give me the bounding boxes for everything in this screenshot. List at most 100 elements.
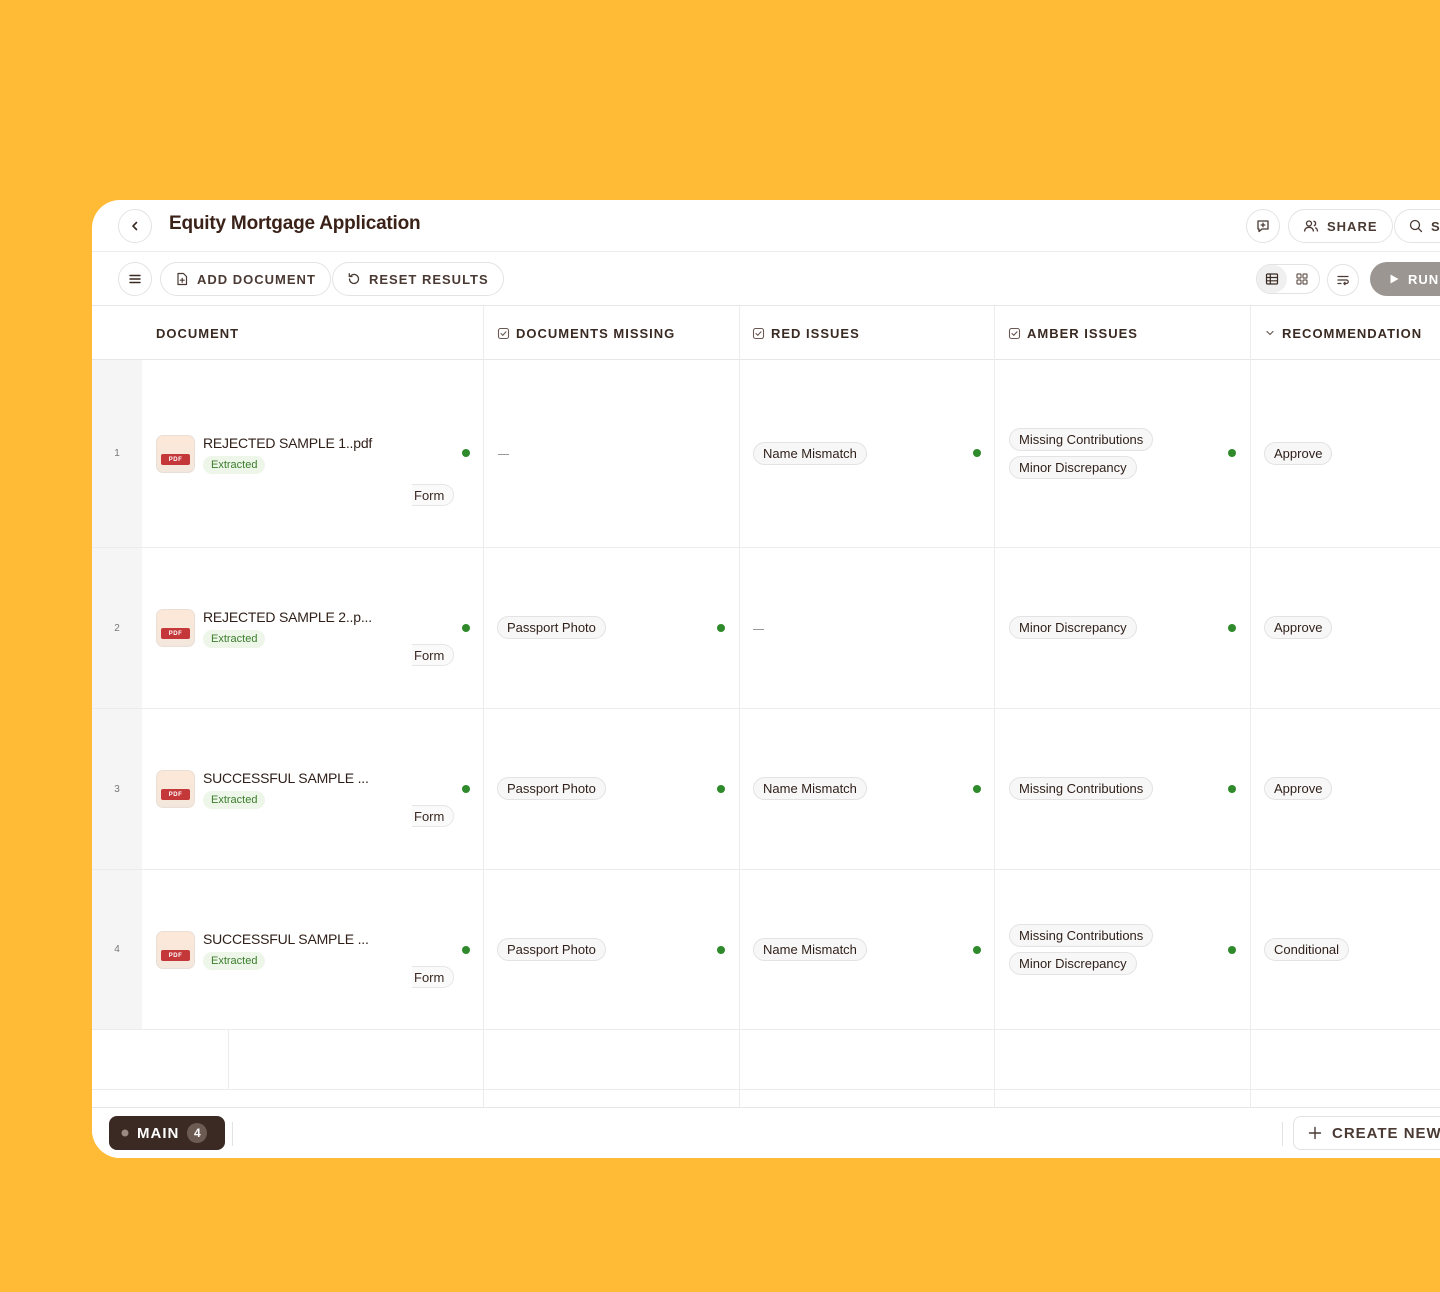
search-label: S	[1431, 218, 1440, 234]
main-tab[interactable]: MAIN 4	[109, 1116, 225, 1150]
reset-icon	[348, 273, 360, 285]
checkbox-icon	[752, 327, 765, 339]
document-type-tag[interactable]: Form	[412, 484, 455, 506]
status-dot	[1228, 785, 1236, 793]
checkbox-icon	[497, 327, 510, 339]
share-label: SHARE	[1327, 218, 1378, 234]
table-view-button[interactable]	[1257, 265, 1287, 293]
pdf-file-icon: PDF	[156, 435, 195, 473]
file-type-label: PDF	[161, 789, 190, 800]
checkbox-icon	[1008, 327, 1021, 339]
pdf-file-icon: PDF	[156, 770, 195, 808]
grid-view-button[interactable]	[1287, 265, 1317, 293]
amber-issue-chip[interactable]: Minor Discrepancy	[1009, 456, 1137, 479]
file-type-label: PDF	[161, 950, 190, 961]
status-dot	[1228, 946, 1236, 954]
status-badge: Extracted	[203, 952, 266, 970]
recommendation-chip[interactable]: Approve	[1264, 777, 1333, 800]
column-label: DOCUMENTS MISSING	[516, 325, 676, 341]
reset-results-button[interactable]: RESET RESULTS	[332, 262, 504, 296]
create-new-button[interactable]: CREATE NEW	[1293, 1116, 1440, 1150]
tab-label: MAIN	[137, 1124, 180, 1142]
file-name[interactable]: SUCCESSFUL SAMPLE ...	[203, 770, 369, 786]
run-label: RUN	[1408, 271, 1440, 287]
column-label: RECOMMENDATION	[1282, 325, 1423, 341]
comment-icon	[1257, 220, 1269, 233]
recommendation-chip[interactable]: Conditional	[1264, 938, 1350, 961]
run-button[interactable]: RUN	[1370, 262, 1440, 296]
play-icon	[1390, 274, 1399, 284]
column-label: RED ISSUES	[771, 325, 860, 341]
amber-issue-chip[interactable]: Missing Contributions	[1009, 924, 1154, 947]
table-row[interactable]: 4 PDF SUCCESSFUL SAMPLE ... Extracted Fo…	[92, 870, 1440, 1030]
comment-button[interactable]	[1246, 209, 1280, 243]
row-number: 3	[92, 709, 142, 869]
table-row[interactable]: 1 PDF REJECTED SAMPLE 1..pdf Extracted F…	[92, 360, 1440, 548]
back-button[interactable]	[118, 209, 152, 243]
view-toggle	[1256, 264, 1320, 294]
column-divider	[228, 1030, 229, 1090]
menu-icon	[129, 274, 141, 284]
row-number: 1	[92, 360, 142, 547]
row-number: 2	[92, 548, 142, 708]
red-issue-chip[interactable]: Name Mismatch	[753, 938, 867, 961]
wrap-text-button[interactable]	[1327, 264, 1359, 296]
recommendation-chip[interactable]: Approve	[1264, 616, 1333, 639]
status-dot	[973, 946, 981, 954]
plus-icon	[1308, 1126, 1322, 1140]
status-badge: Extracted	[203, 791, 266, 809]
footer-divider	[232, 1122, 233, 1146]
document-type-tag[interactable]: Form	[412, 966, 455, 988]
add-document-button[interactable]: ADD DOCUMENT	[160, 262, 331, 296]
footer-bar: MAIN 4 CREATE NEW	[92, 1107, 1440, 1158]
tab-count-badge: 4	[187, 1123, 208, 1143]
status-dot	[717, 785, 725, 793]
file-type-label: PDF	[161, 628, 190, 639]
empty-row	[92, 1030, 1440, 1090]
status-dot	[1228, 449, 1236, 457]
table-row[interactable]: 2 PDF REJECTED SAMPLE 2..p... Extracted …	[92, 548, 1440, 709]
create-new-label: CREATE NEW	[1332, 1124, 1440, 1142]
red-issue-chip[interactable]: Name Mismatch	[753, 777, 867, 800]
wrap-text-icon	[1337, 275, 1349, 286]
amber-issue-chip[interactable]: Missing Contributions	[1009, 428, 1154, 451]
document-type-tag[interactable]: Form	[412, 644, 455, 666]
column-header-recommendation[interactable]: RECOMMENDATION	[1264, 306, 1422, 360]
pdf-file-icon: PDF	[156, 609, 195, 647]
table-row[interactable]: 3 PDF SUCCESSFUL SAMPLE ... Extracted Fo…	[92, 709, 1440, 870]
status-dot	[973, 785, 981, 793]
amber-issue-chip[interactable]: Minor Discrepancy	[1009, 952, 1137, 975]
status-badge: Extracted	[203, 456, 266, 474]
file-name[interactable]: REJECTED SAMPLE 2..p...	[203, 609, 372, 625]
status-dot	[462, 946, 470, 954]
chevron-down-icon	[1266, 330, 1274, 336]
red-issue-chip[interactable]: Name Mismatch	[753, 442, 867, 465]
column-header-documents-missing[interactable]: DOCUMENTS MISSING	[497, 306, 675, 360]
app-window: Equity Mortgage Application SHARE S ADD …	[92, 200, 1440, 1158]
missing-document-chip[interactable]: Passport Photo	[497, 616, 606, 639]
toolbar: ADD DOCUMENT RESET RESULTS RUN	[92, 252, 1440, 306]
add-document-label: ADD DOCUMENT	[197, 271, 316, 287]
page-title: Equity Mortgage Application	[169, 213, 421, 234]
document-type-tag[interactable]: Form	[412, 805, 455, 827]
column-header-amber-issues[interactable]: AMBER ISSUES	[1008, 306, 1138, 360]
status-dot	[462, 624, 470, 632]
search-icon	[1409, 219, 1423, 233]
column-header-red-issues[interactable]: RED ISSUES	[752, 306, 860, 360]
amber-issue-chip[interactable]: Missing Contributions	[1009, 777, 1154, 800]
column-header-document[interactable]: DOCUMENT	[156, 306, 239, 360]
file-name[interactable]: SUCCESSFUL SAMPLE ...	[203, 931, 369, 947]
file-name[interactable]: REJECTED SAMPLE 1..pdf	[203, 435, 372, 451]
status-dot	[717, 624, 725, 632]
search-button[interactable]: S	[1394, 209, 1440, 243]
missing-document-chip[interactable]: Passport Photo	[497, 938, 606, 961]
dot-icon	[121, 1129, 129, 1137]
menu-button[interactable]	[118, 262, 152, 296]
title-bar: Equity Mortgage Application SHARE S	[92, 200, 1440, 252]
recommendation-chip[interactable]: Approve	[1264, 442, 1333, 465]
share-button[interactable]: SHARE	[1288, 209, 1393, 243]
missing-document-chip[interactable]: Passport Photo	[497, 777, 606, 800]
amber-issue-chip[interactable]: Minor Discrepancy	[1009, 616, 1137, 639]
status-dot	[973, 449, 981, 457]
grid-icon	[1296, 273, 1308, 285]
